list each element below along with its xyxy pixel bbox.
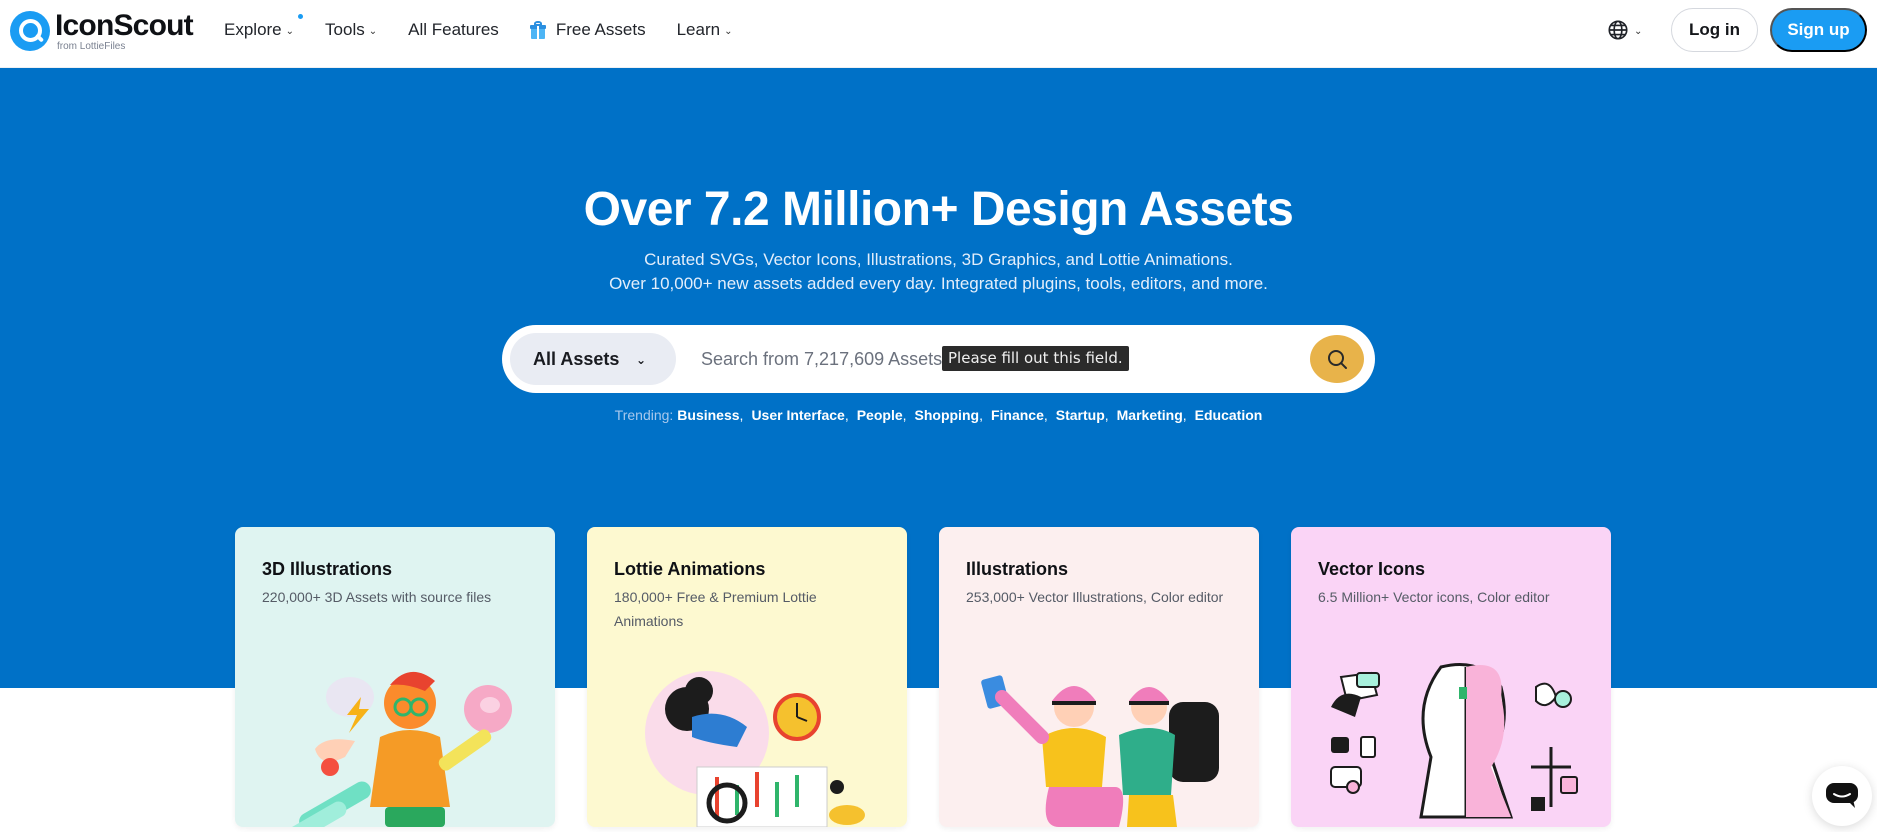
logo-name: IconScout: [55, 8, 194, 42]
chat-bubble-icon: [1826, 783, 1858, 808]
search-icon: [1328, 350, 1347, 369]
hero-subtitle-line2: Over 10,000+ new assets added every day.…: [609, 274, 1268, 293]
trending-item-startup[interactable]: Startup: [1056, 407, 1105, 423]
chevron-down-icon: ⌄: [1634, 25, 1643, 37]
card-description: 180,000+ Free & Premium Lottie Animation…: [614, 589, 817, 629]
card-title: Illustrations: [966, 559, 1069, 579]
nav-explore[interactable]: Explore ⌄: [224, 14, 304, 40]
nav-free-assets[interactable]: Free Assets: [529, 20, 646, 40]
language-selector[interactable]: ⌄: [1607, 19, 1642, 41]
nav-all-features[interactable]: All Features: [408, 20, 499, 40]
support-chat-button[interactable]: [1812, 766, 1872, 826]
trending-item-user-interface[interactable]: User Interface: [751, 407, 844, 423]
asset-type-dropdown[interactable]: All Assets ⌄: [510, 333, 676, 385]
validation-tooltip: Please fill out this field.: [942, 346, 1129, 371]
trending-label: Trending:: [614, 407, 674, 423]
card-lottie-animations[interactable]: Lottie Animations 180,000+ Free & Premiu…: [587, 527, 907, 827]
trending-item-finance[interactable]: Finance: [991, 407, 1044, 423]
chevron-down-icon: ⌄: [724, 25, 733, 37]
trending-item-shopping[interactable]: Shopping: [915, 407, 980, 423]
trending-item-people[interactable]: People: [857, 407, 903, 423]
nav-learn-label: Learn: [676, 20, 721, 39]
card-illustrations[interactable]: Illustrations 253,000+ Vector Illustrati…: [939, 527, 1259, 827]
nav-all-features-label: All Features: [408, 20, 499, 39]
nav-explore-label: Explore: [224, 20, 282, 39]
lottie-analyst-illustration: [645, 671, 865, 827]
card-title: Lottie Animations: [614, 559, 766, 579]
search-button[interactable]: [1310, 335, 1364, 383]
vector-icons-illustration: [1330, 663, 1578, 819]
hero-subtitle: Curated SVGs, Vector Icons, Illustration…: [0, 248, 1877, 296]
nav-tools[interactable]: Tools ⌄: [325, 20, 377, 40]
main-nav: Explore ⌄ Tools ⌄ All Features Free Asse…: [224, 0, 763, 60]
hero-subtitle-line1: Curated SVGs, Vector Icons, Illustration…: [644, 250, 1233, 269]
chevron-down-icon: ⌄: [285, 25, 295, 37]
gift-icon: [529, 21, 546, 39]
nav-learn[interactable]: Learn ⌄: [677, 20, 733, 40]
iconscout-logo-icon: [10, 11, 50, 51]
friends-selfie-illustration: [981, 675, 1219, 827]
globe-icon: [1608, 20, 1628, 40]
trending-item-business[interactable]: Business: [677, 407, 739, 423]
card-description: 253,000+ Vector Illustrations, Color edi…: [966, 589, 1224, 605]
new-indicator-dot: [298, 14, 304, 19]
logo-subtitle: from LottieFiles: [57, 40, 126, 52]
signup-button[interactable]: Sign up: [1770, 8, 1867, 52]
card-vector-icons[interactable]: Vector Icons 6.5 Million+ Vector icons, …: [1291, 527, 1611, 827]
card-title: 3D Illustrations: [262, 559, 393, 579]
login-button[interactable]: Log in: [1671, 8, 1758, 52]
card-description: 6.5 Million+ Vector icons, Color editor: [1318, 589, 1550, 605]
trending-searches: Trending: Business, User Interface, People,…: [614, 407, 1263, 423]
card-title: Vector Icons: [1318, 559, 1426, 579]
chevron-down-icon: ⌄: [635, 353, 646, 367]
search-bar: All Assets ⌄ Please fill out this field.: [503, 326, 1374, 392]
iconscout-logo[interactable]: IconScout from LottieFiles: [10, 8, 194, 52]
trending-item-marketing[interactable]: Marketing: [1117, 407, 1183, 423]
nav-free-assets-label: Free Assets: [555, 20, 646, 39]
top-navigation-bar: IconScout from LottieFiles Explore ⌄ Too…: [0, 0, 1877, 68]
card-3d-illustrations[interactable]: 3D Illustrations 220,000+ 3D Assets with…: [235, 527, 555, 827]
chevron-down-icon: ⌄: [368, 25, 378, 37]
3d-character-illustration: [283, 671, 512, 827]
asset-type-label: All Assets: [533, 348, 620, 369]
nav-tools-label: Tools: [325, 20, 365, 39]
card-description: 220,000+ 3D Assets with source files: [262, 589, 492, 605]
trending-item-education[interactable]: Education: [1195, 407, 1263, 423]
hero-title: Over 7.2 Million+ Design Assets: [583, 183, 1294, 236]
